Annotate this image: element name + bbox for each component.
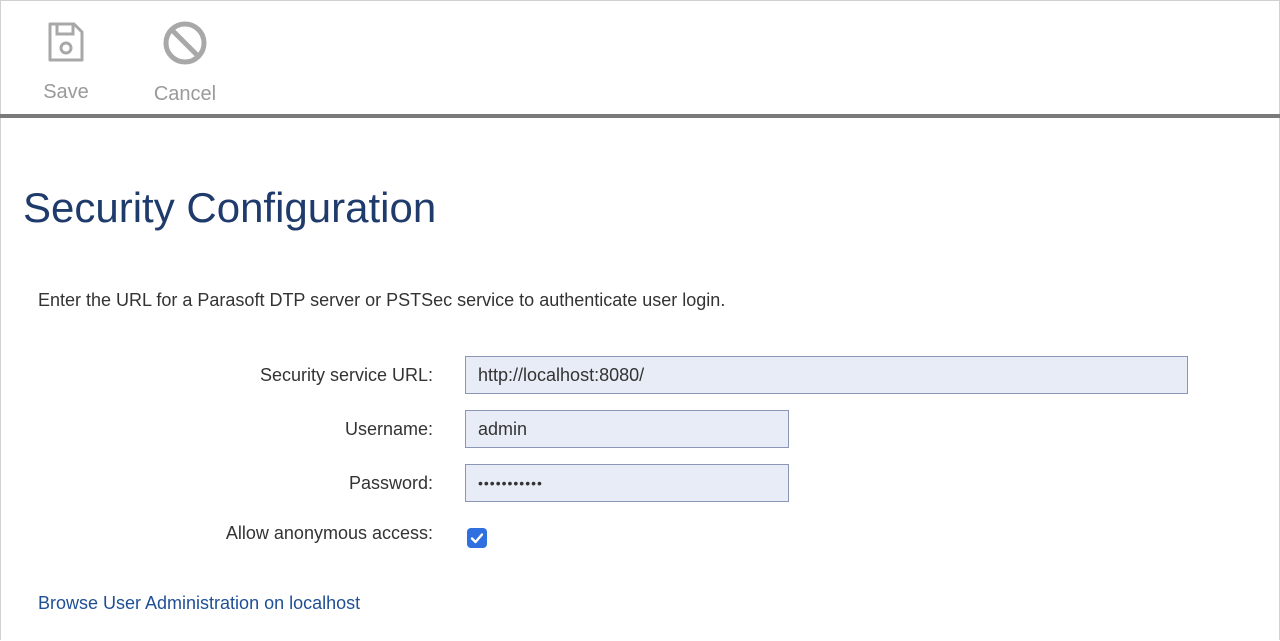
checkmark-icon bbox=[470, 533, 484, 544]
username-label: Username: bbox=[344, 419, 433, 439]
password-input[interactable]: ••••••••••• bbox=[465, 464, 789, 502]
cancel-button[interactable]: Cancel bbox=[140, 20, 230, 106]
cancel-circle-slash-icon bbox=[140, 20, 230, 71]
save-label: Save bbox=[43, 81, 89, 103]
browse-user-admin-link[interactable]: Browse User Administration on localhost bbox=[38, 593, 360, 614]
security-url-input[interactable] bbox=[465, 356, 1188, 394]
anonymous-access-checkbox[interactable] bbox=[467, 528, 487, 548]
security-url-label: Security service URL: bbox=[259, 365, 433, 385]
page-title: Security Configuration bbox=[23, 184, 437, 231]
save-floppy-icon bbox=[30, 20, 102, 69]
intro-text: Enter the URL for a Parasoft DTP server … bbox=[38, 290, 726, 310]
cancel-label: Cancel bbox=[153, 83, 217, 105]
username-input[interactable] bbox=[465, 410, 789, 448]
save-button[interactable]: Save bbox=[30, 20, 102, 104]
password-label: Password: bbox=[348, 473, 433, 493]
toolbar: Save Cancel bbox=[0, 0, 1280, 118]
anonymous-access-label: Allow anonymous access: bbox=[225, 523, 433, 543]
